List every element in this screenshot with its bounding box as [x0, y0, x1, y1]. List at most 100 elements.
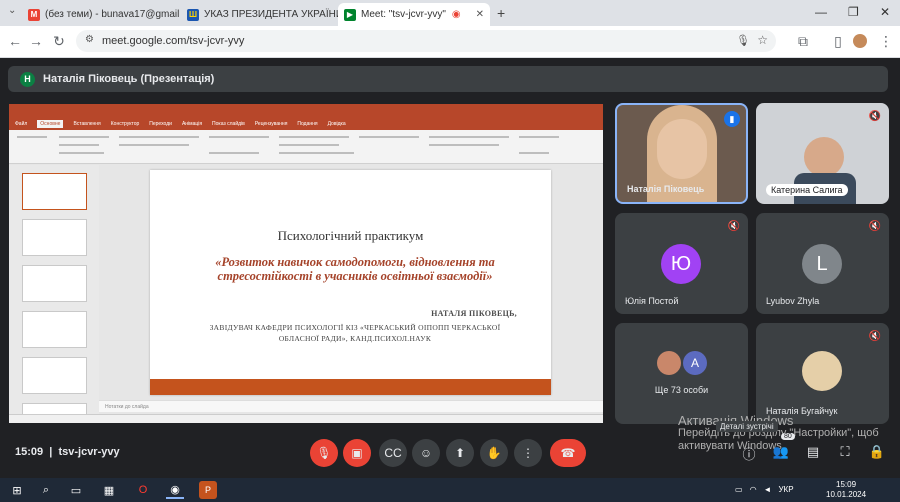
ppt-tab-active: Основне	[37, 119, 64, 128]
task-view-icon[interactable]: ▭	[67, 481, 85, 499]
extensions-icon[interactable]: ⧉	[794, 33, 812, 50]
side-panel-icon[interactable]: ▯	[829, 33, 847, 50]
meeting-details-tooltip: Деталі зустрічі	[716, 421, 778, 432]
meeting-time-code: 15:09 | tsv-jcvr-yvy	[15, 446, 120, 458]
mic-toggle-button[interactable]: 🎙	[310, 439, 338, 467]
more-vert-icon: ⋮	[522, 446, 534, 460]
participant-face	[804, 137, 844, 177]
slide-thumbnail[interactable]	[22, 265, 87, 302]
tab-meet[interactable]: ▶ Meet: "tsv-jcvr-yvy" ◉ ✕	[338, 3, 490, 26]
presentation-banner: Н Наталія Піковець (Презентація)	[8, 66, 888, 92]
chrome-icon[interactable]: ◉	[166, 481, 184, 499]
more-options-button[interactable]: ⋮	[514, 439, 542, 467]
trident-icon: Ш	[187, 8, 199, 21]
emoji-button[interactable]: ☺	[412, 439, 440, 467]
shared-screen: Файл Основне Вставлення Конструктор Пере…	[9, 104, 603, 423]
start-icon[interactable]: ⊞	[8, 481, 26, 499]
present-button[interactable]: ⬆	[446, 439, 474, 467]
camera-off-icon: ▣	[351, 446, 363, 460]
forward-icon[interactable]: →	[27, 33, 45, 49]
tab-decree[interactable]: Ш УКАЗ ПРЕЗИДЕНТА УКРАЇНИ № ✕	[181, 3, 341, 26]
mic-off-icon: 🔇	[868, 111, 881, 122]
participant-avatar: A	[683, 351, 707, 375]
ppt-tab: Подання	[297, 120, 318, 127]
participant-name: Юлія Постой	[625, 296, 679, 306]
slide-title: Психологічний практикум	[277, 228, 424, 243]
tab-gmail[interactable]: M (без теми) - bunava17@gmail. ✕	[22, 3, 179, 26]
participant-tile[interactable]: L 🔇 Lyubov Zhyla	[756, 213, 889, 314]
new-tab-button[interactable]: +	[497, 5, 505, 21]
volume-icon: ◄	[763, 485, 772, 494]
participant-tile-more[interactable]: A Ще 73 особи	[615, 323, 748, 424]
ppt-tab: Конструктор	[110, 120, 140, 127]
search-icon[interactable]: ⌕	[37, 481, 55, 499]
people-count-badge: 80	[781, 433, 795, 440]
camera-toggle-button[interactable]: ▣	[343, 439, 371, 467]
bookmark-star-icon[interactable]: ☆	[757, 33, 768, 47]
hangup-icon: ☎	[560, 446, 576, 460]
slide-thumbnail[interactable]	[22, 357, 87, 394]
ppt-ribbon-tabs: Файл Основне Вставлення Конструктор Пере…	[9, 117, 603, 130]
chat-icon[interactable]: ▤	[804, 444, 822, 460]
ppt-tab: Показ слайдів	[212, 120, 245, 127]
mic-off-icon: 🔇	[727, 221, 740, 232]
participant-tile[interactable]: Ю 🔇 Юлія Постой	[615, 213, 748, 314]
captions-button[interactable]: CC	[379, 439, 407, 467]
participant-avatar: Ю	[661, 244, 701, 284]
system-tray[interactable]: ▭ ◠ ◄ УКР	[735, 485, 794, 494]
language-indicator[interactable]: УКР	[778, 485, 793, 494]
profile-avatar[interactable]	[853, 34, 867, 48]
leave-call-button[interactable]: ☎	[550, 439, 586, 467]
host-controls-icon[interactable]: 🔒	[868, 444, 886, 460]
ppt-tab: Рецензування	[254, 120, 288, 127]
people-icon[interactable]: 👥	[772, 444, 790, 460]
ppt-tab: Переходи	[149, 120, 172, 127]
slide-subtitle: «Розвиток навичок самодопомоги, відновле…	[215, 255, 495, 283]
opera-icon[interactable]: O	[134, 481, 152, 499]
taskbar-clock[interactable]: 15:09 10.01.2024	[826, 480, 866, 500]
close-icon[interactable]: ✕	[472, 9, 484, 20]
speaking-indicator-icon: ▮	[724, 111, 740, 127]
activities-icon[interactable]: ⛶	[836, 444, 854, 460]
emoji-icon: ☺	[419, 446, 433, 460]
ppt-ribbon	[9, 130, 603, 164]
mic-off-icon: 🎙	[316, 446, 332, 460]
slide-author: НАТАЛЯ ПІКОВЕЦЬ,	[431, 309, 517, 318]
gmail-icon: M	[28, 8, 40, 21]
slide-footer-bar	[150, 379, 551, 395]
site-info-icon[interactable]: ⚙	[85, 34, 94, 45]
ppt-tab: Вставлення	[73, 120, 101, 127]
presenter-avatar: Н	[20, 71, 35, 87]
url-input[interactable]: ⚙ meet.google.com/tsv-jcvr-yvy 🎙 ☆	[76, 30, 776, 52]
participant-name: Наталія Піковець	[627, 184, 705, 194]
participant-face	[657, 119, 707, 179]
ppt-title-bar	[9, 104, 603, 117]
slide-thumbnail[interactable]	[22, 173, 87, 210]
powerpoint-icon[interactable]: P	[199, 481, 217, 499]
mic-icon[interactable]: 🎙	[736, 34, 750, 47]
browser-menu-icon[interactable]: ⋮	[877, 33, 895, 50]
participant-tile[interactable]: 🔇 Катерина Салига	[756, 103, 889, 204]
window-close-icon[interactable]: ✕	[880, 5, 890, 19]
participant-tile[interactable]: ▮ Наталія Піковець	[615, 103, 748, 204]
slide-thumbnail[interactable]	[22, 311, 87, 348]
hand-icon: ✋	[486, 446, 502, 460]
reload-icon[interactable]: ↻	[50, 33, 68, 50]
slide-thumbnail[interactable]	[22, 219, 87, 256]
raise-hand-button[interactable]: ✋	[480, 439, 508, 467]
back-icon[interactable]: ←	[6, 33, 24, 49]
captions-icon: CC	[384, 446, 402, 460]
minimize-icon[interactable]: —	[815, 5, 827, 19]
maximize-icon[interactable]: ❐	[848, 5, 859, 19]
tab-label: Meet: "tsv-jcvr-yvy"	[361, 9, 446, 20]
more-participants-label: Ще 73 особи	[654, 385, 709, 395]
wifi-icon: ◠	[749, 485, 757, 494]
app-icon[interactable]: ▦	[100, 481, 118, 499]
participant-tile[interactable]: 🔇 Наталія Бугайчук	[756, 323, 889, 424]
tab-search-icon[interactable]: ⌄	[8, 5, 16, 16]
present-icon: ⬆	[454, 446, 466, 460]
current-slide: Психологічний практикум «Розвиток навичо…	[150, 170, 551, 395]
meeting-details-icon[interactable]: ⓘ	[740, 444, 758, 463]
ppt-tab: Файл	[15, 120, 28, 127]
participant-photo	[657, 351, 681, 375]
